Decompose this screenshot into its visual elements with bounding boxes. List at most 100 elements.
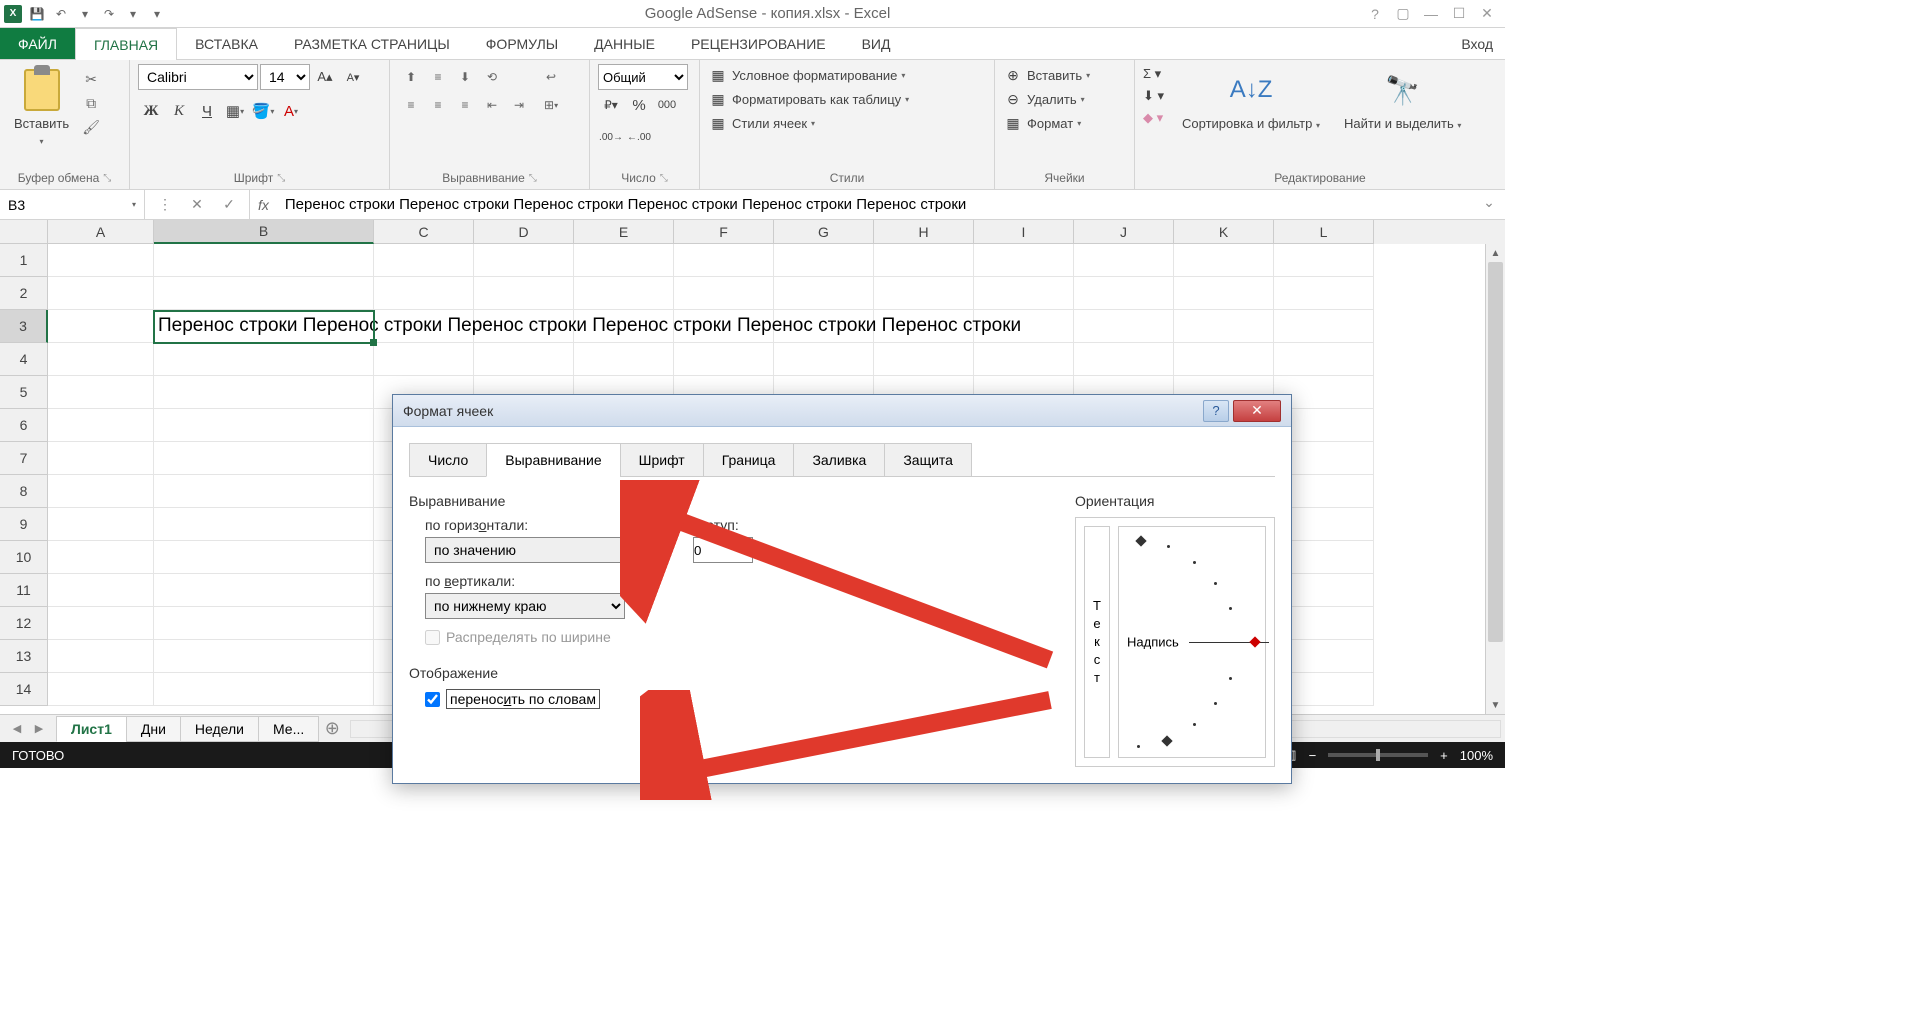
horizontal-select[interactable]: по значению (425, 537, 665, 563)
zoom-out-icon[interactable]: − (1309, 748, 1317, 763)
wrap-checkbox[interactable] (425, 692, 440, 707)
dialog-tab-3[interactable]: Граница (703, 443, 795, 477)
cell-B13[interactable] (154, 640, 374, 673)
cell-H4[interactable] (874, 343, 974, 376)
row-header-2[interactable]: 2 (0, 277, 48, 310)
cell-B14[interactable] (154, 673, 374, 706)
cell-I2[interactable] (974, 277, 1074, 310)
cell-E1[interactable] (574, 244, 674, 277)
autosum-icon[interactable]: Σ ▾ (1143, 64, 1164, 84)
cut-icon[interactable]: ✂ (79, 68, 103, 90)
cell-C2[interactable] (374, 277, 474, 310)
cell-K2[interactable] (1174, 277, 1274, 310)
cell-B9[interactable] (154, 508, 374, 541)
tab-review[interactable]: РЕЦЕНЗИРОВАНИЕ (673, 28, 844, 59)
dialog-close-button[interactable]: ✕ (1233, 400, 1281, 422)
tab-formulas[interactable]: ФОРМУЛЫ (468, 28, 576, 59)
font-color-button[interactable]: A▾ (278, 98, 304, 124)
dialog-tab-1[interactable]: Выравнивание (486, 443, 620, 477)
cell-A12[interactable] (48, 607, 154, 640)
currency-icon[interactable]: ₽▾ (598, 92, 624, 118)
cell-styles-button[interactable]: ▦Стили ячеек ▾ (708, 112, 909, 134)
cell-A13[interactable] (48, 640, 154, 673)
percent-icon[interactable]: % (626, 92, 652, 118)
cell-F1[interactable] (674, 244, 774, 277)
align-bottom-icon[interactable]: ⬇ (452, 64, 478, 90)
row-header-1[interactable]: 1 (0, 244, 48, 277)
save-icon[interactable]: 💾 (28, 5, 46, 23)
font-launcher-icon[interactable]: ⤡ (277, 173, 285, 184)
cell-A5[interactable] (48, 376, 154, 409)
underline-button[interactable]: Ч (194, 98, 220, 124)
undo-icon[interactable]: ↶ (52, 5, 70, 23)
fill-icon[interactable]: ⬇ ▾ (1143, 86, 1164, 106)
orientation-vertical[interactable]: Текст (1084, 526, 1110, 758)
cell-J3[interactable] (1074, 310, 1174, 343)
cell-C1[interactable] (374, 244, 474, 277)
decrease-font-icon[interactable]: A▾ (340, 64, 366, 90)
orientation-control[interactable]: Текст Надпись (1075, 517, 1275, 767)
tab-layout[interactable]: РАЗМЕТКА СТРАНИЦЫ (276, 28, 468, 59)
tab-data[interactable]: ДАННЫЕ (576, 28, 673, 59)
align-right-icon[interactable]: ≡ (452, 92, 478, 118)
formula-cancel-icon[interactable]: ✕ (185, 193, 209, 217)
sort-filter-button[interactable]: A↓Z Сортировка и фильтр ▾ (1176, 64, 1326, 134)
delete-cells-button[interactable]: ⊖Удалить ▾ (1003, 88, 1090, 110)
cell-K4[interactable] (1174, 343, 1274, 376)
cell-A14[interactable] (48, 673, 154, 706)
cell-B3[interactable]: Перенос строки Перенос строки Перенос ст… (154, 310, 374, 343)
tab-view[interactable]: ВИД (844, 28, 909, 59)
zoom-slider[interactable] (1328, 753, 1428, 757)
copy-icon[interactable]: ⧉ (79, 92, 103, 114)
cell-I1[interactable] (974, 244, 1074, 277)
cell-K1[interactable] (1174, 244, 1274, 277)
col-header-J[interactable]: J (1074, 220, 1174, 244)
redo-dropdown-icon[interactable]: ▾ (124, 5, 142, 23)
ribbon-options-icon[interactable]: ▢ (1393, 4, 1413, 24)
scroll-up-icon[interactable]: ▲ (1486, 244, 1505, 262)
cell-B11[interactable] (154, 574, 374, 607)
undo-dropdown-icon[interactable]: ▾ (76, 5, 94, 23)
row-header-4[interactable]: 4 (0, 343, 48, 376)
row-header-7[interactable]: 7 (0, 442, 48, 475)
increase-decimal-icon[interactable]: .00→ (598, 124, 624, 150)
sheet-tab-0[interactable]: Лист1 (56, 716, 127, 742)
italic-button[interactable]: К (166, 98, 192, 124)
clipboard-launcher-icon[interactable]: ⤡ (103, 173, 111, 184)
cell-L3[interactable] (1274, 310, 1374, 343)
row-header-14[interactable]: 14 (0, 673, 48, 706)
number-format-select[interactable]: Общий (598, 64, 688, 90)
cell-L2[interactable] (1274, 277, 1374, 310)
col-header-G[interactable]: G (774, 220, 874, 244)
cell-G2[interactable] (774, 277, 874, 310)
login-link[interactable]: Вход (1449, 28, 1505, 59)
format-as-table-button[interactable]: ▦Форматировать как таблицу ▾ (708, 88, 909, 110)
indent-increase-icon[interactable]: ⇥ (506, 92, 532, 118)
formula-expand-icon[interactable]: ⌄ (1481, 190, 1505, 214)
font-name-select[interactable]: Calibri (138, 64, 258, 90)
fill-color-button[interactable]: 🪣▾ (250, 98, 276, 124)
name-box-dropdown-icon[interactable]: ▾ (132, 200, 136, 209)
col-header-B[interactable]: B (154, 220, 374, 244)
add-sheet-button[interactable]: ⊕ (318, 718, 346, 739)
sheet-tab-2[interactable]: Недели (180, 716, 259, 742)
row-header-10[interactable]: 10 (0, 541, 48, 574)
cell-A3[interactable] (48, 310, 154, 343)
close-icon[interactable]: ✕ (1477, 4, 1497, 24)
cell-B4[interactable] (154, 343, 374, 376)
tab-insert[interactable]: ВСТАВКА (177, 28, 276, 59)
cell-B5[interactable] (154, 376, 374, 409)
cell-K3[interactable] (1174, 310, 1274, 343)
cell-F2[interactable] (674, 277, 774, 310)
cell-J2[interactable] (1074, 277, 1174, 310)
align-top-icon[interactable]: ⬆ (398, 64, 424, 90)
zoom-in-icon[interactable]: + (1440, 748, 1448, 763)
col-header-K[interactable]: K (1174, 220, 1274, 244)
cell-A9[interactable] (48, 508, 154, 541)
cell-A2[interactable] (48, 277, 154, 310)
formula-input[interactable] (277, 190, 1481, 219)
scroll-down-icon[interactable]: ▼ (1486, 696, 1505, 714)
row-header-8[interactable]: 8 (0, 475, 48, 508)
wrap-checkbox-row[interactable]: переносить по словам (425, 689, 1035, 709)
sheet-tab-3[interactable]: Ме... (258, 716, 319, 742)
